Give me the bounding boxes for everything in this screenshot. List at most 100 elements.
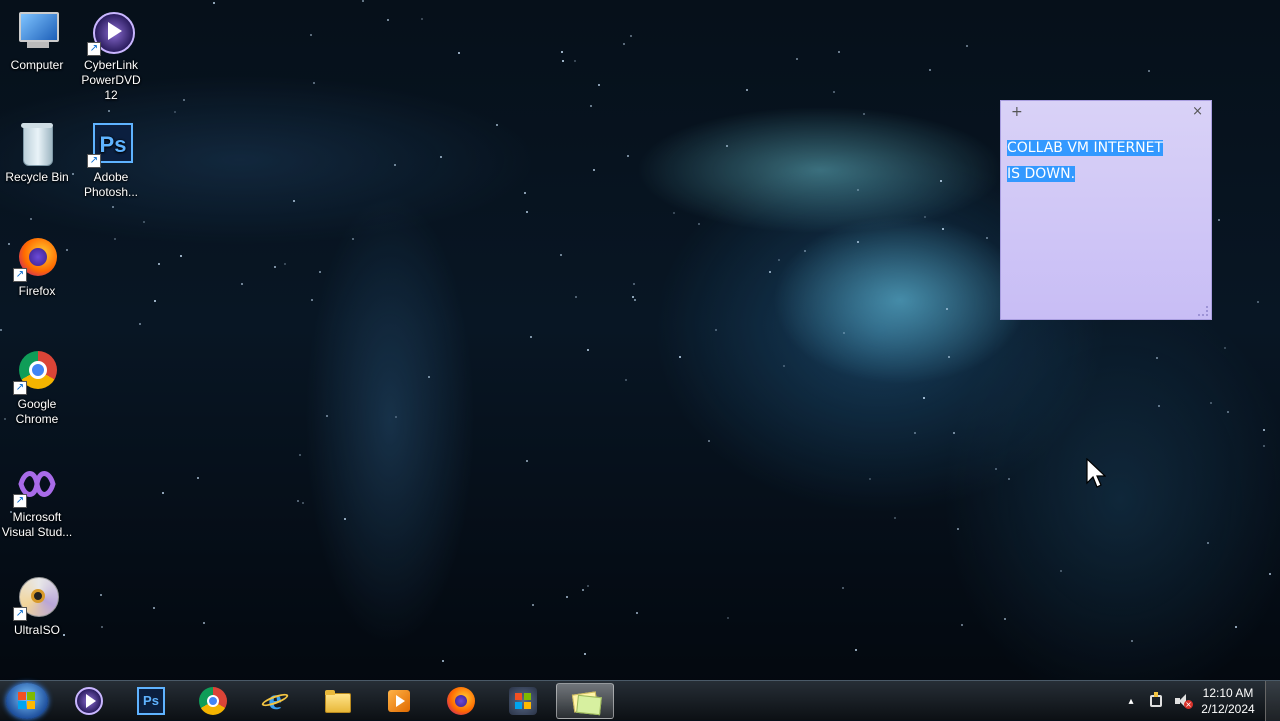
desktop-icon-label: Microsoft xyxy=(12,510,62,524)
star xyxy=(1263,445,1265,447)
star xyxy=(587,349,589,351)
star xyxy=(395,416,397,418)
desktop-icon-ultraiso[interactable]: ↗ UltraISO xyxy=(0,573,74,638)
taskbar-photoshop-button[interactable]: Ps xyxy=(124,683,178,719)
desktop-icon-label: Recycle Bin xyxy=(5,170,69,184)
star xyxy=(174,111,176,113)
shortcut-arrow-icon: ↗ xyxy=(13,268,27,282)
computer-icon xyxy=(13,8,61,56)
desktop-icon-visual-studio[interactable]: ↗ Microsoft Visual Stud... xyxy=(0,460,74,540)
close-icon[interactable]: × xyxy=(1192,104,1203,119)
show-desktop-button[interactable] xyxy=(1265,681,1280,721)
desktop-icon-computer[interactable]: Computer xyxy=(0,8,74,73)
star xyxy=(197,477,199,479)
start-button[interactable] xyxy=(6,683,48,719)
star xyxy=(1235,626,1237,628)
star xyxy=(914,432,916,434)
star xyxy=(1148,70,1150,72)
desktop-icon-firefox[interactable]: ↗ Firefox xyxy=(0,234,74,299)
mouse-cursor-icon xyxy=(1086,458,1106,488)
star xyxy=(139,323,141,325)
taskbar-chrome-button[interactable] xyxy=(186,683,240,719)
volume-muted-icon[interactable]: × xyxy=(1174,692,1193,710)
star xyxy=(213,2,215,4)
taskbar: Ps e ▴ × 12:10 AM 2/12/2024 xyxy=(0,680,1280,721)
star xyxy=(293,200,295,202)
taskbar-sticky-notes-button[interactable] xyxy=(556,683,614,719)
star xyxy=(590,105,592,107)
star xyxy=(857,241,859,243)
star xyxy=(524,192,526,194)
clock-time: 12:10 AM xyxy=(1202,686,1254,700)
desktop-icon-label: Photosh... xyxy=(83,185,139,199)
star xyxy=(1224,347,1226,349)
star xyxy=(158,263,160,265)
sticky-note-text[interactable]: COLLAB VM INTERNET IS DOWN. xyxy=(1007,135,1193,187)
star xyxy=(894,517,896,519)
star xyxy=(726,145,728,147)
visual-studio-icon: ↗ xyxy=(13,460,61,508)
add-note-icon[interactable]: + xyxy=(1011,104,1023,120)
star xyxy=(112,206,114,208)
star xyxy=(575,296,577,298)
star xyxy=(421,18,423,20)
star xyxy=(783,365,785,367)
taskbar-internet-explorer-button[interactable]: e xyxy=(248,683,302,719)
star xyxy=(995,468,997,470)
star xyxy=(957,528,959,530)
chrome-icon: ↗ xyxy=(13,347,61,395)
sticky-note-title-bar[interactable]: + × xyxy=(1001,101,1211,125)
taskbar-powerdvd-button[interactable] xyxy=(62,683,116,719)
file-explorer-icon xyxy=(323,687,351,715)
taskbar-media-player-button[interactable] xyxy=(372,683,426,719)
desktop-icon-label: Computer xyxy=(10,58,64,72)
star xyxy=(942,228,944,230)
star xyxy=(587,585,589,587)
star xyxy=(948,356,950,358)
star xyxy=(574,60,576,62)
sticky-note[interactable]: + × COLLAB VM INTERNET IS DOWN. xyxy=(1000,100,1212,320)
star xyxy=(929,69,931,71)
star xyxy=(1158,405,1160,407)
star xyxy=(593,169,595,171)
firefox-icon: ↗ xyxy=(13,234,61,282)
star xyxy=(326,415,328,417)
show-hidden-icons-button[interactable]: ▴ xyxy=(1124,696,1138,707)
star xyxy=(598,84,600,86)
star xyxy=(584,653,586,655)
photoshop-icon: Ps ↗ xyxy=(87,120,135,168)
powerdvd-icon: ↗ xyxy=(87,8,135,56)
star xyxy=(562,60,564,62)
clock-date: 2/12/2024 xyxy=(1201,702,1255,716)
star xyxy=(1257,301,1259,303)
star xyxy=(319,271,321,273)
desktop-icon-photoshop[interactable]: Ps ↗ Adobe Photosh... xyxy=(74,120,148,200)
star xyxy=(804,250,806,252)
star xyxy=(526,460,528,462)
desktop-icon-chrome[interactable]: ↗ Google Chrome xyxy=(0,347,74,427)
sticky-note-text-line: COLLAB VM INTERNET xyxy=(1007,140,1164,156)
star xyxy=(241,283,243,285)
chrome-icon xyxy=(199,687,227,715)
clock[interactable]: 12:10 AM 2/12/2024 xyxy=(1198,685,1258,717)
star xyxy=(183,99,185,101)
power-icon[interactable] xyxy=(1148,692,1164,710)
taskbar-file-explorer-button[interactable] xyxy=(310,683,364,719)
star xyxy=(530,336,532,338)
star xyxy=(143,221,145,223)
star xyxy=(1210,402,1212,404)
desktop-icon-label: PowerDVD 12 xyxy=(81,73,141,102)
star xyxy=(986,237,988,239)
star xyxy=(855,649,857,651)
star xyxy=(1218,219,1220,221)
star xyxy=(154,300,156,302)
taskbar-windows-button[interactable] xyxy=(496,683,550,719)
internet-explorer-icon: e xyxy=(260,685,290,715)
star xyxy=(940,180,942,182)
star xyxy=(297,500,299,502)
desktop-icon-powerdvd[interactable]: ↗ CyberLink PowerDVD 12 xyxy=(74,8,148,103)
star xyxy=(526,211,528,213)
resize-grip-icon[interactable] xyxy=(1198,306,1208,316)
desktop-icon-recycle-bin[interactable]: Recycle Bin xyxy=(0,120,74,185)
taskbar-firefox-button[interactable] xyxy=(434,683,488,719)
